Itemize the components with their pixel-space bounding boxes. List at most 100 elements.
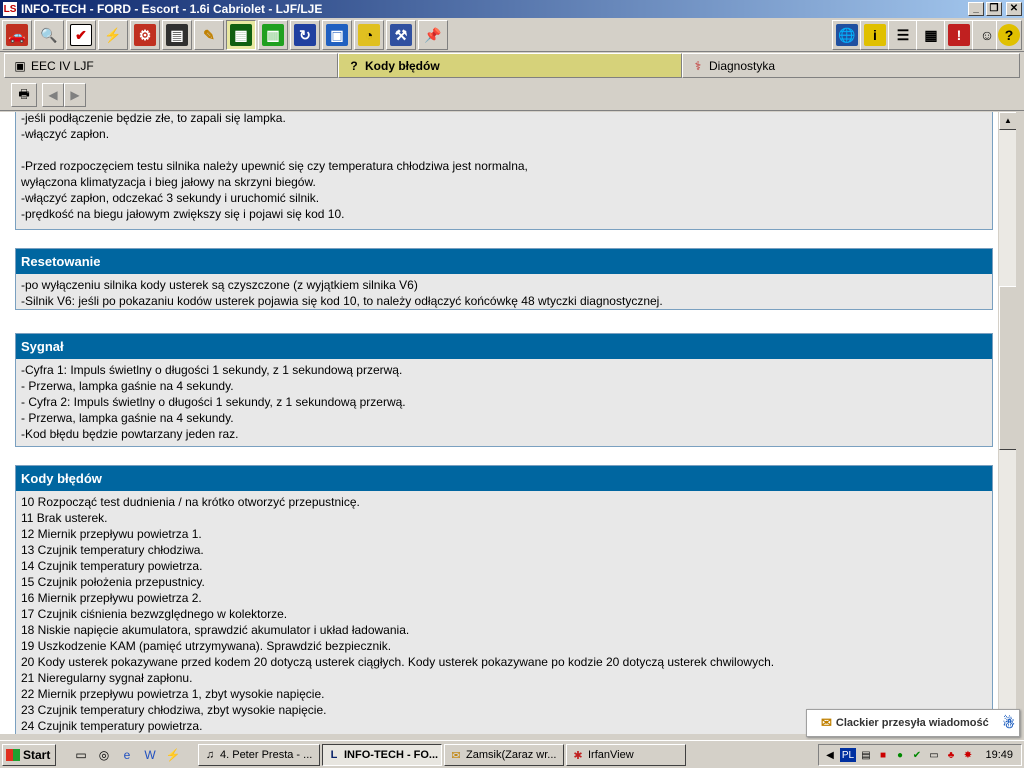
display-icon[interactable]: ▭ bbox=[927, 748, 941, 762]
signal-body: -Cyfra 1: Impuls świetlny o długości 1 s… bbox=[16, 359, 992, 445]
word-icon[interactable]: W bbox=[141, 746, 159, 764]
app-logo-icon: LS bbox=[2, 1, 18, 17]
gauge-icon[interactable]: ◔ bbox=[354, 20, 384, 50]
volume-icon[interactable]: ◀ bbox=[823, 748, 837, 762]
module-icon: ▣ bbox=[14, 58, 26, 73]
notification-text: Clackier przesyła wiadomość bbox=[835, 717, 989, 729]
tab-label: EEC IV LJF bbox=[31, 58, 94, 73]
section-title: Resetowanie bbox=[16, 249, 992, 274]
codes-body: 10 Rozpocząć test dudnienia / na krótko … bbox=[16, 491, 992, 734]
text-line: - Przerwa, lampka gaśnie na 4 sekundy. bbox=[21, 411, 234, 425]
print-icon[interactable]: 🖶 bbox=[11, 83, 37, 107]
vertical-scrollbar[interactable]: ▲ bbox=[998, 112, 1017, 734]
checklist-icon[interactable]: ✔ bbox=[66, 20, 96, 50]
circuit-icon[interactable]: ▦ bbox=[226, 20, 256, 50]
winamp-icon[interactable]: ⚡ bbox=[164, 746, 182, 764]
codes-section: Kody błędów 10 Rozpocząć test dudnienia … bbox=[15, 465, 993, 734]
network-icon[interactable]: ▤ bbox=[859, 748, 873, 762]
section-title: Sygnał bbox=[16, 334, 992, 359]
notification-popup[interactable]: ✉ Clackier przesyła wiadomość ☃ bbox=[806, 709, 1020, 737]
reset-section: Resetowanie -po wyłączeniu silnika kody … bbox=[15, 248, 993, 310]
task-label: 4. Peter Presta - ... bbox=[220, 749, 313, 761]
connector-icon[interactable]: ▥ bbox=[258, 20, 288, 50]
car-icon[interactable]: 🚗 bbox=[2, 20, 32, 50]
search-icon[interactable]: 🔍 bbox=[34, 20, 64, 50]
minimize-button[interactable]: _ bbox=[968, 2, 984, 16]
text-line: 15 Czujnik położenia przepustnicy. bbox=[21, 575, 205, 589]
text-line: -po wyłączeniu silnika kody usterek są c… bbox=[21, 278, 418, 292]
task-label: INFO-TECH - FO... bbox=[344, 749, 439, 761]
music-icon: ♫ bbox=[205, 749, 215, 761]
windows-logo-icon bbox=[6, 749, 20, 761]
pencil-icon[interactable]: ✎ bbox=[194, 20, 224, 50]
content-pane: -jeśli podłączenie będzie złe, to zapali… bbox=[0, 112, 998, 734]
text-line bbox=[21, 142, 987, 158]
messenger-tray-icon[interactable]: ♣ bbox=[944, 748, 958, 762]
info-icon[interactable]: i bbox=[860, 20, 890, 50]
stethoscope-icon: ⚕ bbox=[694, 58, 702, 73]
board-icon[interactable]: ▣ bbox=[322, 20, 352, 50]
start-button[interactable]: Start bbox=[2, 744, 56, 766]
text-line: 12 Miernik przepływu powietrza 1. bbox=[21, 527, 202, 541]
security-icon[interactable]: ● bbox=[893, 748, 907, 762]
antivirus-icon[interactable]: ■ bbox=[876, 748, 890, 762]
tab-eec-iv-ljf[interactable]: ▣ EEC IV LJF bbox=[4, 53, 338, 78]
text-line: 16 Miernik przepływu powietrza 2. bbox=[21, 591, 202, 605]
ecu-icon[interactable]: ▤ bbox=[162, 20, 192, 50]
window-titlebar: LS INFO-TECH - FORD - Escort - 1.6i Cabr… bbox=[0, 0, 1024, 18]
window-edge bbox=[1016, 112, 1024, 734]
text-line: 14 Czujnik temperatury powietrza. bbox=[21, 559, 203, 573]
text-line: -Cyfra 1: Impuls świetlny o długości 1 s… bbox=[21, 363, 403, 377]
tools-icon[interactable]: ⚒ bbox=[386, 20, 416, 50]
task-mail[interactable]: ✉ Zamsik(Zaraz wr... bbox=[444, 744, 564, 766]
check-icon[interactable]: ✔ bbox=[910, 748, 924, 762]
tab-bar: ▣ EEC IV LJF ? Kody błędów ⚕ Diagnostyka bbox=[0, 53, 1024, 78]
calculator-icon[interactable]: ▦ bbox=[916, 20, 946, 50]
messenger-icon: ☃ bbox=[1002, 714, 1015, 731]
back-arrow-icon[interactable]: ◀ bbox=[42, 83, 64, 107]
text-line: -Silnik V6: jeśli po pokazaniu kodów ust… bbox=[21, 294, 663, 308]
pin-icon[interactable]: 📌 bbox=[418, 20, 448, 50]
text-line: 22 Miernik przepływu powietrza 1, zbyt w… bbox=[21, 687, 325, 701]
tab-label: Kody błędów bbox=[365, 58, 440, 73]
text-line: 21 Nieregularny sygnał zapłonu. bbox=[21, 671, 193, 685]
plug-icon[interactable]: ⚡ bbox=[98, 20, 128, 50]
close-button[interactable]: ✕ bbox=[1006, 2, 1022, 16]
signal-section: Sygnał -Cyfra 1: Impuls świetlny o długo… bbox=[15, 333, 993, 447]
task-irfanview[interactable]: ✱ IrfanView bbox=[566, 744, 686, 766]
sub-toolbar: 🖶 ◀ ▶ bbox=[0, 79, 1024, 111]
text-line: wyłączona klimatyzacja i bieg jałowy na … bbox=[21, 175, 316, 189]
forward-arrow-icon[interactable]: ▶ bbox=[64, 83, 86, 107]
scroll-up-icon[interactable]: ▲ bbox=[999, 112, 1017, 130]
text-line: -włączyć zapłon, odczekać 3 sekundy i ur… bbox=[21, 191, 320, 205]
tab-diagnostyka[interactable]: ⚕ Diagnostyka bbox=[682, 53, 1020, 78]
ie-icon[interactable]: e bbox=[118, 746, 136, 764]
task-infotech[interactable]: L INFO-TECH - FO... bbox=[322, 744, 442, 766]
task-label: IrfanView bbox=[588, 749, 634, 761]
scroll-thumb[interactable] bbox=[999, 286, 1017, 450]
update-icon[interactable]: ✸ bbox=[961, 748, 975, 762]
restore-button[interactable]: ❐ bbox=[986, 2, 1002, 16]
text-line: -Przed rozpoczęciem testu silnika należy… bbox=[21, 159, 528, 173]
tab-kody-bledow[interactable]: ? Kody błędów bbox=[338, 53, 682, 78]
text-line: 10 Rozpocząć test dudnienia / na krótko … bbox=[21, 495, 360, 509]
desktop-icon[interactable]: ▭ bbox=[72, 746, 90, 764]
text-line: 11 Brak usterek. bbox=[21, 511, 108, 525]
list-icon[interactable]: ☰ bbox=[888, 20, 918, 50]
taskbar: Start ▭ ◎ e W ⚡ ♫ 4. Peter Presta - ... … bbox=[0, 740, 1024, 768]
tab-label: Diagnostyka bbox=[709, 58, 776, 73]
text-line: -włączyć zapłon. bbox=[21, 127, 110, 141]
globe-icon[interactable]: 🌐 bbox=[832, 20, 862, 50]
language-indicator[interactable]: PL bbox=[840, 748, 856, 762]
timing-icon[interactable]: ↻ bbox=[290, 20, 320, 50]
irfanview-icon: ✱ bbox=[573, 749, 583, 762]
intro-section: -jeśli podłączenie będzie złe, to zapali… bbox=[15, 112, 993, 230]
help-icon[interactable]: ? bbox=[996, 20, 1022, 50]
app-icon: L bbox=[330, 749, 338, 761]
text-line: - Przerwa, lampka gaśnie na 4 sekundy. bbox=[21, 379, 234, 393]
main-toolbar: 🚗 🔍 ✔ ⚡ ⚙ ▤ ✎ ▦ ▥ ↻ ▣ ◔ ⚒ 📌 🌐 i ☰ ▦ ! ☺ … bbox=[0, 18, 1024, 52]
engine-icon[interactable]: ⚙ bbox=[130, 20, 160, 50]
task-music[interactable]: ♫ 4. Peter Presta - ... bbox=[198, 744, 320, 766]
outlook-icon[interactable]: ◎ bbox=[95, 746, 113, 764]
warning-icon[interactable]: ! bbox=[944, 20, 974, 50]
